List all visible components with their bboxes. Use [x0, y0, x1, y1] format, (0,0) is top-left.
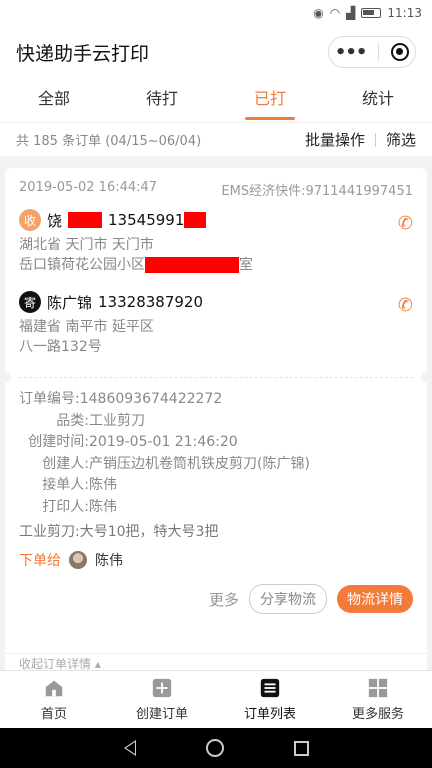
tabbar-more-services[interactable]: 更多服务	[324, 671, 432, 728]
tabbar-home[interactable]: 首页	[0, 671, 108, 728]
status-right: ◉ ◠ ▟ 11:13	[313, 6, 422, 20]
order-tabs: 全部 待打 已打 统计	[0, 78, 432, 122]
sender-street: 八一路132号	[19, 339, 102, 355]
detail-creator: 创建人: 产销压边机卷筒机铁皮剪刀(陈广锦)	[42, 455, 310, 472]
sender-block: 寄 陈广锦 13328387920 福建省 南平市 延平区 八一路132号 ✆	[5, 275, 427, 357]
receiver-street: 岳口镇荷花公园小区室	[19, 257, 253, 273]
order-card-header: 2019-05-02 16:44:47 EMS经济快件:971144199745…	[5, 168, 427, 199]
receiver-province: 湖北省 天门市 天门市	[19, 237, 154, 253]
sender-name-row: 寄 陈广锦 13328387920	[19, 291, 413, 313]
call-receiver-icon[interactable]: ✆	[398, 213, 413, 234]
logistics-detail-button[interactable]: 物流详情	[337, 585, 413, 613]
chevron-up-icon: ▴	[94, 657, 101, 671]
app-title: 快递助手云打印	[16, 42, 150, 65]
detail-printer: 打印人: 陈伟	[42, 498, 117, 515]
notch-right	[421, 371, 427, 383]
assign-name: 陈伟	[95, 553, 123, 569]
receiver-block: 收 饶 13545991 湖北省 天门市 天门市 岳口镇荷花公园小区室 ✆	[5, 199, 427, 275]
redaction-block	[68, 212, 103, 228]
detail-taker: 接单人: 陈伟	[42, 477, 117, 493]
redaction-block	[184, 212, 207, 228]
ticket-divider	[5, 371, 427, 383]
receiver-name: 饶	[47, 211, 63, 230]
app-header: 快递助手云打印 •••	[0, 26, 432, 78]
miniapp-capsule: •••	[328, 36, 416, 68]
tab-printed[interactable]: 已打	[216, 78, 324, 122]
carrier-tracking: EMS经济快件:9711441997451	[221, 184, 413, 199]
sender-name: 陈广锦	[47, 293, 93, 312]
system-navbar	[0, 728, 432, 768]
share-logistics-button[interactable]: 分享物流	[249, 584, 327, 614]
call-sender-icon[interactable]: ✆	[398, 295, 413, 316]
notch-left	[5, 371, 11, 383]
dashed-line	[19, 377, 413, 378]
card-divider	[5, 653, 427, 654]
receiver-address: 湖北省 天门市 天门市 岳口镇荷花公园小区室	[19, 235, 413, 275]
capsule-divider	[378, 43, 380, 61]
eye-icon: ◉	[313, 6, 324, 20]
tabbar-create-order[interactable]: 创建订单	[108, 671, 216, 728]
grid-icon	[368, 678, 388, 698]
assign-label: 下单给	[19, 553, 61, 569]
back-icon[interactable]	[123, 740, 136, 756]
tab-stats[interactable]: 统计	[324, 78, 432, 122]
bulk-action-button[interactable]: 批量操作	[305, 129, 365, 150]
more-dots-icon[interactable]: •••	[335, 42, 368, 63]
filter-button[interactable]: 筛选	[386, 129, 416, 150]
list-icon	[260, 678, 280, 698]
tabbar-order-list[interactable]: 订单列表	[216, 671, 324, 728]
status-bar: ◉ ◠ ▟ 11:13	[0, 0, 432, 26]
avatar	[69, 551, 87, 569]
assign-row: 下单给 陈伟	[19, 550, 413, 570]
status-time: 11:13	[387, 6, 422, 20]
order-count-summary: 共 185 条订单 (04/15~06/04)	[16, 134, 202, 149]
battery-icon	[361, 8, 382, 18]
order-actions: 更多 分享物流 物流详情	[5, 570, 427, 614]
sender-address: 福建省 南平市 延平区 八一路132号	[19, 317, 413, 357]
signal-icon: ▟	[346, 6, 356, 20]
recent-apps-icon[interactable]	[293, 740, 309, 756]
tab-all[interactable]: 全部	[0, 78, 108, 122]
receiver-badge: 收	[19, 209, 41, 231]
sender-badge: 寄	[19, 291, 41, 313]
redaction-block	[145, 257, 239, 273]
tabbar-create-label: 创建订单	[135, 707, 188, 722]
detail-category: 品类: 工业剪刀	[56, 412, 145, 429]
order-note: 工业剪刀:大号10把，特大号3把	[19, 524, 219, 540]
order-details: 订单编号: 1486093674422272 品类: 工业剪刀 创建时间: 2019-…	[5, 383, 427, 570]
action-divider	[374, 132, 376, 147]
order-datetime: 2019-05-02 16:44:47	[19, 180, 158, 195]
sender-province: 福建省 南平市 延平区	[19, 319, 154, 335]
more-button[interactable]: 更多	[209, 589, 239, 610]
summary-actions: 批量操作 筛选	[305, 129, 416, 150]
order-card[interactable]: 2019-05-02 16:44:47 EMS经济快件:971144199745…	[5, 168, 427, 678]
receiver-phone: 13545991	[108, 211, 185, 229]
receiver-name-row: 收 饶 13545991	[19, 209, 413, 231]
wifi-icon: ◠	[329, 6, 341, 20]
plus-icon	[152, 678, 172, 698]
close-target-icon[interactable]	[391, 43, 410, 61]
tabbar-more-label: 更多服务	[351, 707, 404, 722]
tabbar-list-label: 订单列表	[243, 707, 296, 722]
tabbar-home-label: 首页	[40, 707, 67, 722]
order-summary-bar: 共 185 条订单 (04/15~06/04) 批量操作 筛选	[0, 122, 432, 156]
sender-phone: 13328387920	[98, 293, 203, 311]
tab-pending[interactable]: 待打	[108, 78, 216, 122]
home-icon	[45, 680, 63, 697]
home-circle-icon[interactable]	[205, 739, 224, 757]
detail-order-no: 订单编号: 1486093674422272	[19, 391, 223, 407]
bottom-tabbar: 首页 创建订单 订单列表 更多服务	[0, 670, 432, 728]
detail-created: 创建时间: 2019-05-01 21:46:20	[28, 434, 238, 450]
